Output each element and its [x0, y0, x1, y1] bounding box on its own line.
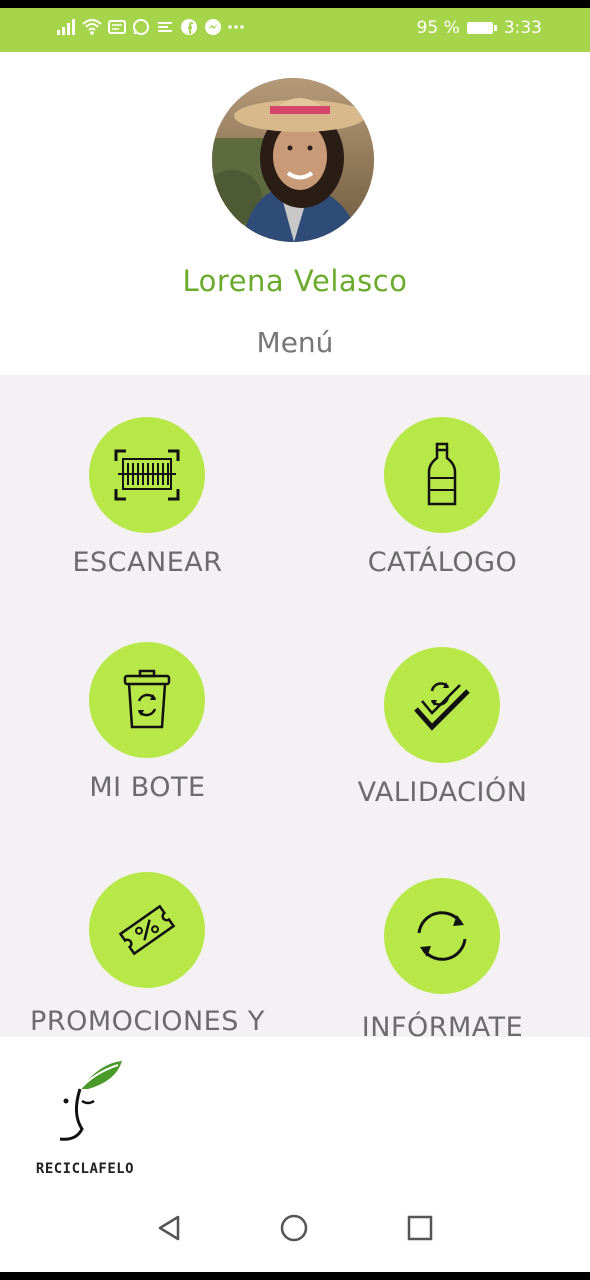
status-time: 3:33: [503, 18, 542, 38]
menu-item-label: ESCANEAR: [72, 547, 223, 578]
menu-item-mi-bote[interactable]: MI BOTE: [0, 600, 295, 820]
menu-item-label: INFÓRMATE: [361, 1012, 524, 1037]
avatar-photo: [212, 78, 374, 242]
refresh-cycle-icon[interactable]: [384, 878, 500, 994]
menu-title: Menú: [256, 326, 334, 359]
recent-apps-icon[interactable]: [390, 1200, 450, 1256]
menu-item-label: CATÁLOGO: [367, 547, 518, 578]
discount-ticket-icon[interactable]: [89, 872, 205, 988]
cast-icon: [158, 22, 172, 32]
status-icons-left: [56, 18, 244, 36]
check-recycle-icon[interactable]: [384, 647, 500, 763]
menu-item-label: VALIDACIÓN: [357, 777, 528, 808]
app-logo: RECICLAFELO: [30, 1059, 140, 1189]
menu-item-promociones[interactable]: PROMOCIONES Y: [0, 830, 295, 1037]
menu-item-validacion[interactable]: VALIDACIÓN: [295, 605, 590, 825]
status-icons-right: 95 % 3:33: [417, 18, 542, 38]
signal-icon: [57, 19, 75, 35]
menu-item-informate[interactable]: INFÓRMATE: [295, 836, 590, 1037]
menu-item-escanear[interactable]: ESCANEAR: [0, 375, 295, 595]
bottle-icon[interactable]: [384, 417, 500, 533]
facebook-icon: [181, 19, 197, 35]
home-icon[interactable]: [264, 1200, 324, 1256]
messenger-icon: [205, 19, 221, 35]
battery-icon: [466, 22, 497, 34]
more-icon: [228, 25, 244, 29]
whatsapp-icon: [133, 19, 149, 35]
back-icon[interactable]: [139, 1200, 199, 1256]
battery-percent: 95 %: [416, 18, 460, 38]
leaf-face-icon: [59, 1061, 122, 1141]
profile-avatar[interactable]: [212, 78, 374, 242]
app-screen: 95 % 3:33 Lorena Velasco Menú ESCANEAR C…: [0, 8, 590, 1272]
barcode-scan-icon[interactable]: [89, 417, 205, 533]
menu-item-label: PROMOCIONES Y: [30, 1006, 265, 1037]
menu-item-catalogo[interactable]: CATÁLOGO: [295, 375, 590, 595]
wifi-icon: [82, 19, 102, 35]
recycle-bin-icon[interactable]: [89, 642, 205, 758]
menu-grid: ESCANEAR CATÁLOGO MI BOTE VALIDACIÓN PRO…: [0, 375, 590, 1037]
navigation-bar: [0, 1188, 590, 1272]
status-bar: 95 % 3:33: [0, 8, 590, 52]
message-icon: [108, 20, 126, 34]
menu-item-label: MI BOTE: [89, 772, 206, 803]
user-name: Lorena Velasco: [182, 264, 408, 298]
logo-text: RECICLAFELO: [35, 1161, 135, 1177]
